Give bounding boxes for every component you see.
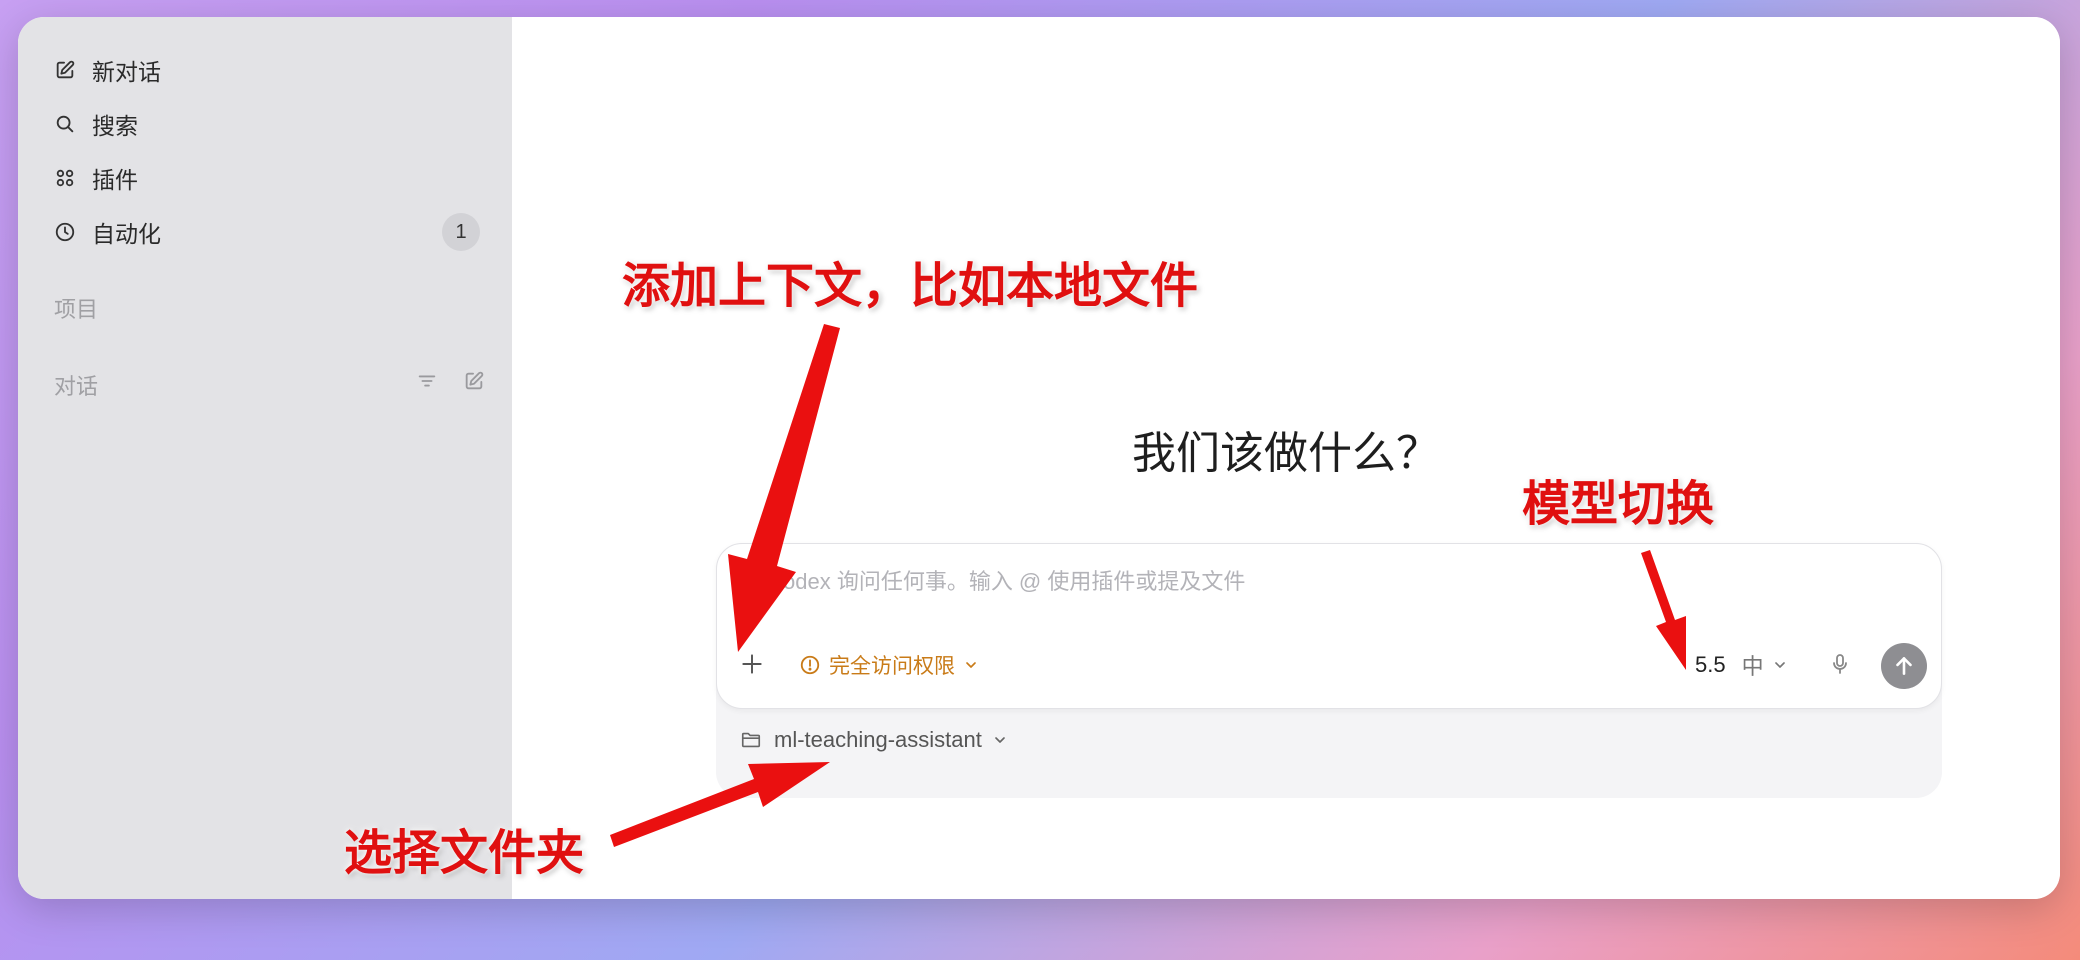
composer: 向 Codex 询问任何事。输入 @ 使用插件或提及文件 完全访问权限 5.5 … [716,543,1942,709]
chevron-down-icon [966,662,976,668]
sidebar-item-search[interactable]: 搜索 [32,99,502,149]
sidebar-item-plugins[interactable]: 插件 [32,153,502,203]
sidebar-item-label: 搜索 [92,113,138,139]
sidebar-item-label: 新对话 [92,59,161,85]
reasoning-effort-label: 中 [1741,654,1764,679]
plugins-grid-icon [52,165,78,191]
annotation-model-switch: 模型切换 [1522,476,1715,532]
send-button[interactable] [1881,643,1927,689]
sidebar-item-automation[interactable]: 自动化 1 [32,207,502,257]
microphone-icon [1833,654,1847,674]
chevron-down-icon [1774,662,1785,668]
filter-icon[interactable] [416,370,438,392]
projects-section-label: 项目 [54,297,99,322]
sidebar-item-new-chat[interactable]: 新对话 [32,45,502,95]
automation-count-badge: 1 [442,213,480,251]
chevron-down-icon [995,737,1005,743]
add-context-button[interactable] [737,649,767,679]
main-panel: 我们该做什么？ 向 Codex 询问任何事。输入 @ 使用插件或提及文件 完全访… [512,17,2060,899]
sidebar-item-label: 插件 [92,167,138,193]
plus-icon [742,654,762,674]
folder-label: ml-teaching-assistant [774,727,982,752]
prompt-input[interactable]: 向 Codex 询问任何事。输入 @ 使用插件或提及文件 [739,564,1245,596]
conversations-section-label: 对话 [54,374,99,399]
folder-icon [741,732,761,748]
microphone-button[interactable] [1825,649,1855,679]
page-title: 我们该做什么？ [1132,428,1440,479]
annotation-select-folder: 选择文件夹 [344,825,585,881]
sidebar-item-label: 自动化 [92,221,161,247]
new-conversation-icon[interactable] [463,370,485,392]
model-selector[interactable]: 5.5 中 [1695,650,1788,680]
clock-icon [52,219,78,245]
composer-container: 向 Codex 询问任何事。输入 @ 使用插件或提及文件 完全访问权限 5.5 … [716,543,1942,798]
annotation-add-context: 添加上下文，比如本地文件 [622,258,1199,314]
search-icon [52,111,78,137]
folder-selector[interactable]: ml-teaching-assistant [740,725,1020,755]
sidebar: 新对话 搜索 插件 自动化 1 项目 对话 [18,17,512,899]
access-level-label: 完全访问权限 [829,655,955,678]
warning-circle-icon [800,655,820,675]
access-level-dropdown[interactable]: 完全访问权限 [799,650,987,680]
arrow-up-icon [1896,657,1912,675]
compose-icon [52,57,78,83]
model-label: 5.5 [1695,652,1726,677]
app-window: 新对话 搜索 插件 自动化 1 项目 对话 我们该做什么？ 向 Codex 询问… [18,17,2060,899]
